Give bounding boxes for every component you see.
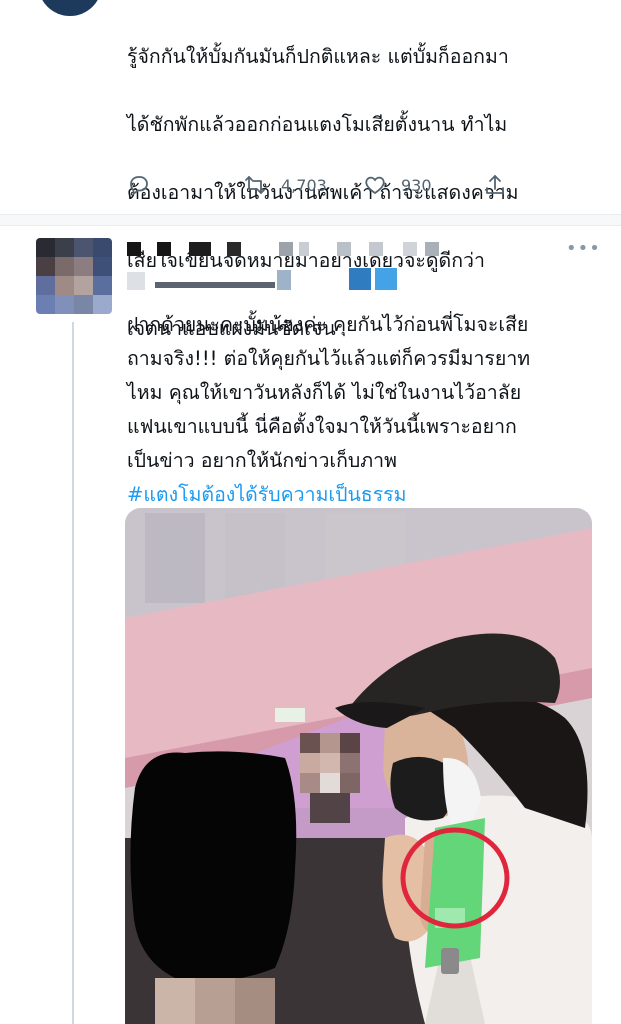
avatar[interactable]: [38, 0, 102, 16]
tweet-text-line: ถามจริง!!! ต่อให้คุยกันไว้แล้วแต่ก็ควรมี…: [127, 347, 531, 370]
like-icon: [365, 176, 385, 195]
tweet-text-line: ไหม คุณให้เขาวันหลังก็ได้ ไม่ใช่ในงานไว้…: [127, 381, 522, 404]
tweet-text-line: ได้ชักพักแล้วออกก่อนแตงโมเสียตั้งนาน ทำไ…: [127, 113, 508, 136]
thread-line: [72, 322, 74, 1024]
tweet-actions: 4,703 930: [127, 170, 507, 200]
share-icon: [486, 175, 504, 194]
retweet-button[interactable]: 4,703: [243, 170, 327, 200]
tweet-text-line: แฟนเขาแบบนี้ นี่คือตั้งใจมาให้วันนี้เพรา…: [127, 415, 517, 438]
more-options-icon[interactable]: •••: [566, 238, 601, 259]
tweet-divider: [0, 214, 621, 226]
retweet-icon: [245, 176, 265, 194]
tweet-text-line: รู้จักกันให้บั้มกันมันก็ปกติแหละ แต่บั้ม…: [127, 45, 509, 68]
reply-button[interactable]: [127, 170, 151, 200]
avatar[interactable]: [36, 238, 112, 314]
tweet-text-line: ฝากด้วยนะคะบั้มน้องค่ะ คุยกันไว้ก่อนพี่โ…: [127, 313, 529, 336]
reply-icon: [130, 176, 148, 196]
like-button[interactable]: 930: [363, 170, 432, 200]
retweet-count: 4,703: [281, 175, 327, 195]
tweet-text-line: เป็นข่าว อยากให้นักข่าวเก็บภาพ: [127, 449, 397, 472]
share-button[interactable]: [483, 170, 507, 200]
photo-scene: [125, 508, 592, 1024]
tweet-text: ฝากด้วยนะคะบั้มน้องค่ะ คุยกันไว้ก่อนพี่โ…: [127, 308, 597, 512]
hashtag-link[interactable]: #แตงโมต้องได้รับความเป็นธรรม: [127, 478, 597, 512]
like-count: 930: [401, 175, 432, 195]
tweet-photo[interactable]: [125, 508, 592, 1024]
blurred-username: [127, 236, 457, 296]
